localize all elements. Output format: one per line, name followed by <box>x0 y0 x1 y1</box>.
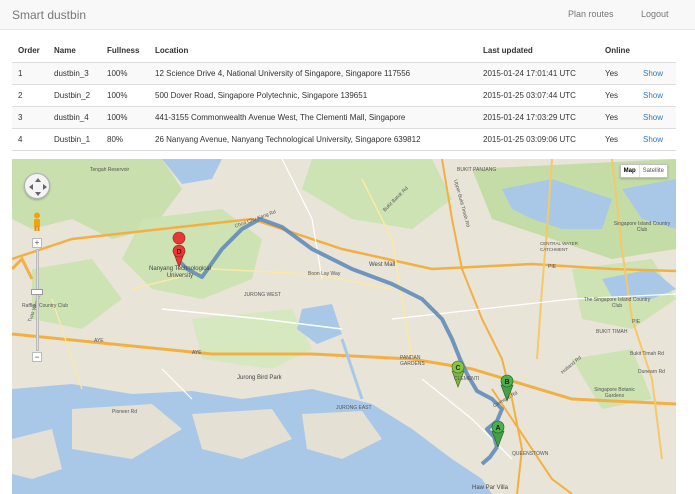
map-type-map-button[interactable]: Map <box>621 165 640 177</box>
dustbin-table: Order Name Fullness Location Last update… <box>12 40 676 151</box>
label-sg-island-cc: Singapore Island Country Club <box>613 221 671 233</box>
col-header-online: Online <box>599 40 637 63</box>
show-link[interactable]: Show <box>643 113 663 122</box>
zoom-out-button[interactable]: − <box>32 352 42 362</box>
cell-location: 12 Science Drive 4, National University … <box>149 62 477 85</box>
show-link[interactable]: Show <box>643 91 663 100</box>
col-header-fullness: Fullness <box>101 40 149 63</box>
table-row: 3 dustbin_4 100% 441-3155 Commonwealth A… <box>12 106 676 129</box>
label-clementi: CLEMENTI <box>454 376 480 382</box>
label-bukit-panjang: BUKIT PANJANG <box>457 167 497 173</box>
label-bukit-timah-rd: Bukit Timah Rd <box>630 351 664 357</box>
cell-name: Dustbin_1 <box>48 128 101 151</box>
cell-fullness: 100% <box>101 62 149 85</box>
cell-order: 2 <box>12 84 48 107</box>
cell-order: 3 <box>12 106 48 129</box>
navbar: Smart dustbin Plan routes Logout <box>0 0 695 30</box>
label-pandan: PANDAN GARDENS <box>400 355 425 367</box>
label-dunearn: Dunearn Rd <box>638 369 665 375</box>
brand-link[interactable]: Smart dustbin <box>12 8 86 22</box>
col-header-location: Location <box>149 40 477 63</box>
cell-updated: 2015-01-25 03:07:44 UTC <box>477 84 599 107</box>
cell-online: Yes <box>599 62 637 85</box>
logout-link[interactable]: Logout <box>641 9 669 19</box>
show-link[interactable]: Show <box>643 69 663 78</box>
map-type-satellite-button[interactable]: Satellite <box>640 165 667 177</box>
label-bukit-timah: BUKIT TIMAH <box>596 329 628 335</box>
table-header-row: Order Name Fullness Location Last update… <box>12 40 676 63</box>
cell-name: dustbin_3 <box>48 62 101 85</box>
table-row: 2 Dustbin_2 100% 500 Dover Road, Singapo… <box>12 84 676 107</box>
cell-location: 26 Nanyang Avenue, Nanyang Technological… <box>149 128 477 151</box>
label-pie: PIE <box>548 264 557 270</box>
cell-action: Show <box>637 106 676 129</box>
cell-order: 1 <box>12 62 48 85</box>
label-aye: AYE <box>94 338 104 344</box>
table-row: 4 Dustbin_1 80% 26 Nanyang Avenue, Nanya… <box>12 128 676 151</box>
cell-location: 500 Dover Road, Singapore Polytechnic, S… <box>149 84 477 107</box>
label-island-cc: The Singapore Island Country Club <box>583 297 651 309</box>
col-header-name: Name <box>48 40 101 63</box>
label-jurong-east: JURONG EAST <box>336 405 372 411</box>
cell-updated: 2015-01-25 03:09:06 UTC <box>477 128 599 151</box>
label-jurong-west: JURONG WEST <box>244 292 281 298</box>
marker-d-label: D <box>176 249 181 256</box>
marker-c-label: C <box>455 365 460 372</box>
cell-action: Show <box>637 84 676 107</box>
label-nanyang: Nanyang Technological University <box>149 266 211 279</box>
cell-fullness: 100% <box>101 106 149 129</box>
zoom-slider-handle[interactable] <box>31 289 43 295</box>
zoom-slider-track[interactable] <box>36 249 39 351</box>
cell-name: dustbin_4 <box>48 106 101 129</box>
marker-b-label: B <box>504 379 509 386</box>
label-jurong-bird: Jurong Bird Park <box>237 375 282 381</box>
label-botanic: Singapore Botanic Gardens <box>594 387 635 399</box>
cell-action: Show <box>637 62 676 85</box>
col-header-order: Order <box>12 40 48 63</box>
plan-routes-link[interactable]: Plan routes <box>568 9 614 19</box>
label-queenstown: QUEENSTOWN <box>512 451 549 457</box>
label-haw-par: Haw Par Villa <box>472 485 508 491</box>
table-row: 1 dustbin_3 100% 12 Science Drive 4, Nat… <box>12 62 676 85</box>
cell-name: Dustbin_2 <box>48 84 101 107</box>
cell-fullness: 100% <box>101 84 149 107</box>
col-header-action <box>637 40 676 63</box>
label-aye-2: AYE <box>192 350 202 356</box>
cell-location: 441-3155 Commonwealth Avenue West, The C… <box>149 106 477 129</box>
cell-online: Yes <box>599 106 637 129</box>
label-tengah: Tengah Reservoir <box>90 167 130 173</box>
label-central-water: CENTRAL WATER CATCHMENT <box>540 241 578 252</box>
cell-order: 4 <box>12 128 48 151</box>
pan-control[interactable] <box>24 173 50 199</box>
map-canvas[interactable]: D C B A <box>12 159 676 494</box>
route-map[interactable]: D C B A Tengah Reservoir Nanyang Technol… <box>12 159 676 494</box>
label-pioneer: Pioneer Rd <box>112 409 138 415</box>
cell-action: Show <box>637 128 676 151</box>
cell-online: Yes <box>599 84 637 107</box>
pan-arrows-icon <box>29 178 47 196</box>
street-view-pegman-icon[interactable] <box>32 212 42 232</box>
col-header-last-updated: Last updated <box>477 40 599 63</box>
label-pie-2: PIE <box>632 319 641 325</box>
cell-online: Yes <box>599 128 637 151</box>
cell-updated: 2015-01-24 17:01:41 UTC <box>477 62 599 85</box>
show-link[interactable]: Show <box>643 135 663 144</box>
marker-a-label: A <box>495 425 500 432</box>
label-west-mall: West Mall <box>369 262 396 268</box>
cell-fullness: 80% <box>101 128 149 151</box>
zoom-in-button[interactable]: + <box>32 238 42 248</box>
label-boon-lay: Boon Lay Way <box>308 271 341 277</box>
cell-updated: 2015-01-24 17:03:29 UTC <box>477 106 599 129</box>
map-type-control: Map Satellite <box>619 164 668 178</box>
label-raffles: Raffles Country Club <box>22 303 69 309</box>
